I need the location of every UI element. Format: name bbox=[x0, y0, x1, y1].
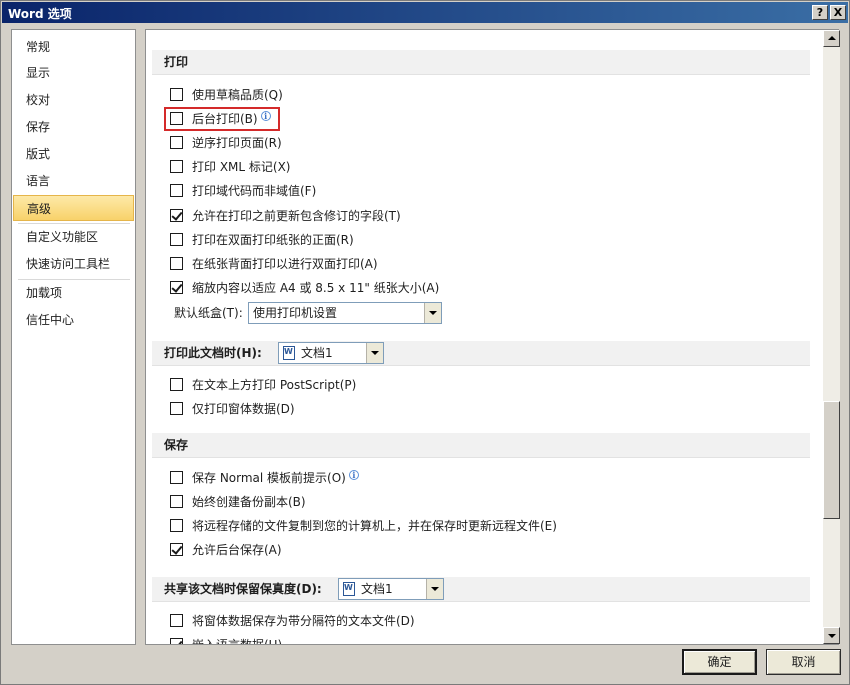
nav-item-language[interactable]: 语言 bbox=[13, 168, 134, 194]
chevron-down-icon[interactable] bbox=[424, 303, 441, 323]
nav-item-addins[interactable]: 加载项 bbox=[13, 280, 134, 306]
share-doc-value: 文档1 bbox=[361, 582, 393, 596]
nav-panel: 常规 显示 校对 保存 版式 语言 高级 自定义功能区 快速访问工具栏 加载项 … bbox=[11, 29, 136, 645]
word-document-icon bbox=[343, 582, 355, 596]
section-header-label: 打印此文档时(H): bbox=[164, 346, 262, 360]
title-bar: Word 选项 ? X bbox=[2, 2, 848, 23]
chevron-down-icon[interactable] bbox=[366, 343, 383, 363]
option-label: 使用草稿品质(Q) bbox=[192, 88, 283, 102]
vertical-scrollbar[interactable] bbox=[823, 30, 840, 644]
checkbox-checked[interactable] bbox=[170, 638, 183, 644]
nav-item-display[interactable]: 显示 bbox=[13, 60, 134, 86]
close-button[interactable]: X bbox=[830, 5, 846, 20]
option-label: 将远程存储的文件复制到您的计算机上，并在保存时更新远程文件(E) bbox=[192, 519, 557, 533]
print-doc-value: 文档1 bbox=[301, 346, 333, 360]
option-label: 允许在打印之前更新包含修订的字段(T) bbox=[192, 209, 401, 223]
word-document-icon bbox=[283, 346, 295, 360]
option-label: 将窗体数据保存为带分隔符的文本文件(D) bbox=[192, 614, 415, 628]
nav-item-trust-center[interactable]: 信任中心 bbox=[13, 307, 134, 333]
option-label: 缩放内容以适应 A4 或 8.5 x 11" 纸张大小(A) bbox=[192, 281, 440, 295]
nav-item-save[interactable]: 保存 bbox=[13, 114, 134, 140]
checkbox[interactable] bbox=[170, 160, 183, 173]
checkbox[interactable] bbox=[170, 519, 183, 532]
print-doc-select[interactable]: 文档1 bbox=[278, 342, 384, 364]
default-tray-value: 使用打印机设置 bbox=[253, 306, 338, 320]
section-header-print: 打印 bbox=[152, 50, 810, 75]
checkbox[interactable] bbox=[170, 402, 183, 415]
option-label: 保存 Normal 模板前提示(O) i bbox=[192, 469, 359, 487]
checkbox[interactable] bbox=[170, 184, 183, 197]
default-tray-select[interactable]: 使用打印机设置 bbox=[248, 302, 442, 324]
window-title: Word 选项 bbox=[8, 7, 72, 21]
option-label: 嵌入语言数据(U) bbox=[192, 638, 283, 645]
checkbox[interactable] bbox=[170, 471, 183, 484]
checkbox[interactable] bbox=[170, 136, 183, 149]
option-label: 逆序打印页面(R) bbox=[192, 136, 282, 150]
checkbox-checked[interactable] bbox=[170, 209, 183, 222]
checkbox[interactable] bbox=[170, 495, 183, 508]
option-label: 打印域代码而非域值(F) bbox=[192, 184, 317, 198]
option-label: 仅打印窗体数据(D) bbox=[192, 402, 295, 416]
chevron-down-icon[interactable] bbox=[426, 579, 443, 599]
section-header-label: 共享该文档时保留保真度(D): bbox=[164, 582, 322, 596]
nav-item-proofing[interactable]: 校对 bbox=[13, 87, 134, 113]
cancel-button[interactable]: 取消 bbox=[766, 649, 841, 675]
checkbox-checked[interactable] bbox=[170, 281, 183, 294]
advanced-options-panel: 打印 使用草稿品质(Q) 后台打印(B) i 逆序打印页面(R) 打印 XML 标… bbox=[145, 29, 839, 645]
option-label: 在文本上方打印 PostScript(P) bbox=[192, 378, 357, 392]
scroll-up-arrow-icon[interactable] bbox=[823, 30, 840, 47]
highlight-box bbox=[164, 107, 280, 131]
checkbox[interactable] bbox=[170, 378, 183, 391]
checkbox[interactable] bbox=[170, 614, 183, 627]
ok-button[interactable]: 确定 bbox=[682, 649, 757, 675]
nav-item-general[interactable]: 常规 bbox=[13, 34, 134, 60]
checkbox[interactable] bbox=[170, 88, 183, 101]
word-options-dialog: Word 选项 ? X 常规 显示 校对 保存 版式 语言 高级 自定义功能区 … bbox=[0, 0, 850, 685]
section-header-save: 保存 bbox=[152, 433, 810, 458]
option-label: 在纸张背面打印以进行双面打印(A) bbox=[192, 257, 378, 271]
help-button[interactable]: ? bbox=[812, 5, 828, 20]
nav-item-customize-ribbon[interactable]: 自定义功能区 bbox=[13, 224, 134, 250]
section-header-share-fidelity: 共享该文档时保留保真度(D): bbox=[152, 577, 810, 602]
option-label: 打印 XML 标记(X) bbox=[192, 160, 291, 174]
nav-item-layout[interactable]: 版式 bbox=[13, 141, 134, 167]
default-tray-label: 默认纸盒(T): bbox=[174, 306, 243, 320]
option-label-text: 保存 Normal 模板前提示(O) bbox=[192, 471, 346, 485]
option-label: 允许后台保存(A) bbox=[192, 543, 282, 557]
checkbox[interactable] bbox=[170, 233, 183, 246]
nav-item-quick-access-toolbar[interactable]: 快速访问工具栏 bbox=[13, 251, 134, 277]
checkbox-checked[interactable] bbox=[170, 543, 183, 556]
checkbox[interactable] bbox=[170, 257, 183, 270]
option-label: 打印在双面打印纸张的正面(R) bbox=[192, 233, 354, 247]
section-header-print-doc: 打印此文档时(H): bbox=[152, 341, 810, 366]
option-label: 始终创建备份副本(B) bbox=[192, 495, 306, 509]
share-doc-select[interactable]: 文档1 bbox=[338, 578, 444, 600]
scroll-down-arrow-icon[interactable] bbox=[823, 627, 840, 644]
scroll-thumb[interactable] bbox=[823, 401, 840, 519]
nav-item-advanced[interactable]: 高级 bbox=[13, 195, 134, 221]
info-icon: i bbox=[348, 470, 359, 480]
